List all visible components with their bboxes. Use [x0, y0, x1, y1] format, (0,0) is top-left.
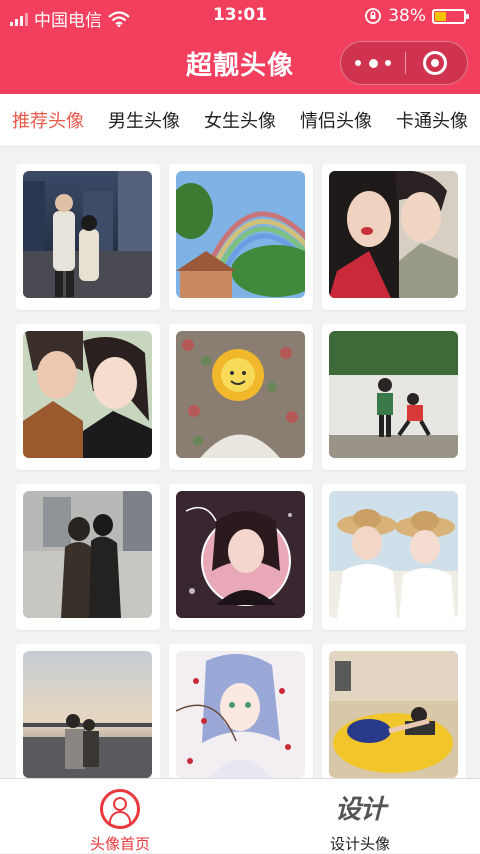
photo-couple-yellow-sofa[interactable] [329, 651, 458, 778]
photo-anime-girl-blossoms[interactable] [176, 651, 305, 778]
battery-icon [432, 8, 469, 24]
photo-couple-silhouette[interactable] [23, 491, 152, 618]
tabbar-item-design[interactable]: 设计 设计头像 [240, 779, 480, 853]
tabbar-design-label: 设计头像 [329, 835, 390, 853]
photo-couple-straw-hats[interactable] [329, 491, 458, 618]
tab-couples[interactable]: 情侣头像 [288, 107, 384, 133]
mini-program-capsule [340, 41, 468, 85]
avatar-card[interactable] [322, 484, 466, 630]
category-tabs: 推荐头像 男生头像 女生头像 情侣头像 卡通头像 [0, 94, 480, 147]
avatar-card[interactable] [169, 164, 313, 310]
avatar-home-icon [100, 789, 140, 829]
battery-fill [435, 11, 446, 21]
status-right: 38% [364, 6, 469, 26]
photo-couple-city-night[interactable] [23, 171, 152, 298]
status-bar: 中国电信 13:01 38% [0, 0, 480, 32]
avatar-card[interactable] [16, 324, 160, 470]
photo-couple-sunset[interactable] [23, 651, 152, 778]
avatar-card[interactable] [169, 324, 313, 470]
photo-rainbow-sky[interactable] [176, 171, 305, 298]
avatar-card[interactable] [16, 484, 160, 630]
avatar-card[interactable] [169, 484, 313, 630]
tabbar-item-home[interactable]: 头像首页 [0, 779, 240, 853]
avatar-card[interactable] [16, 644, 160, 778]
orientation-lock-icon [365, 8, 382, 24]
bottom-tab-bar: 头像首页 设计 设计头像 [0, 778, 480, 853]
more-options-icon[interactable] [355, 54, 391, 72]
avatar-card[interactable] [169, 644, 313, 778]
capsule-divider [405, 52, 406, 74]
avatar-card[interactable] [322, 324, 466, 470]
photo-girl-sunflower-sign[interactable] [176, 331, 305, 458]
tab-boys[interactable]: 男生头像 [96, 107, 192, 133]
close-mini-program-icon[interactable] [423, 51, 447, 75]
avatar-card[interactable] [322, 644, 466, 778]
battery-percent: 38% [388, 6, 426, 26]
tab-cartoon[interactable]: 卡通头像 [384, 107, 480, 133]
photo-couple-selfie[interactable] [329, 171, 458, 298]
photo-couple-wall[interactable] [329, 331, 458, 458]
avatar-card[interactable] [16, 164, 160, 310]
tab-girls[interactable]: 女生头像 [192, 107, 288, 133]
avatar-card[interactable] [322, 164, 466, 310]
tab-recommended[interactable]: 推荐头像 [0, 107, 96, 133]
photo-couple-closeup[interactable] [23, 331, 152, 458]
avatar-grid [16, 164, 468, 778]
tabbar-home-label: 头像首页 [89, 835, 150, 853]
photo-girl-pink-circle[interactable] [176, 491, 305, 618]
nav-bar: 超靓头像 [0, 32, 480, 94]
design-icon: 设计 [334, 795, 386, 825]
